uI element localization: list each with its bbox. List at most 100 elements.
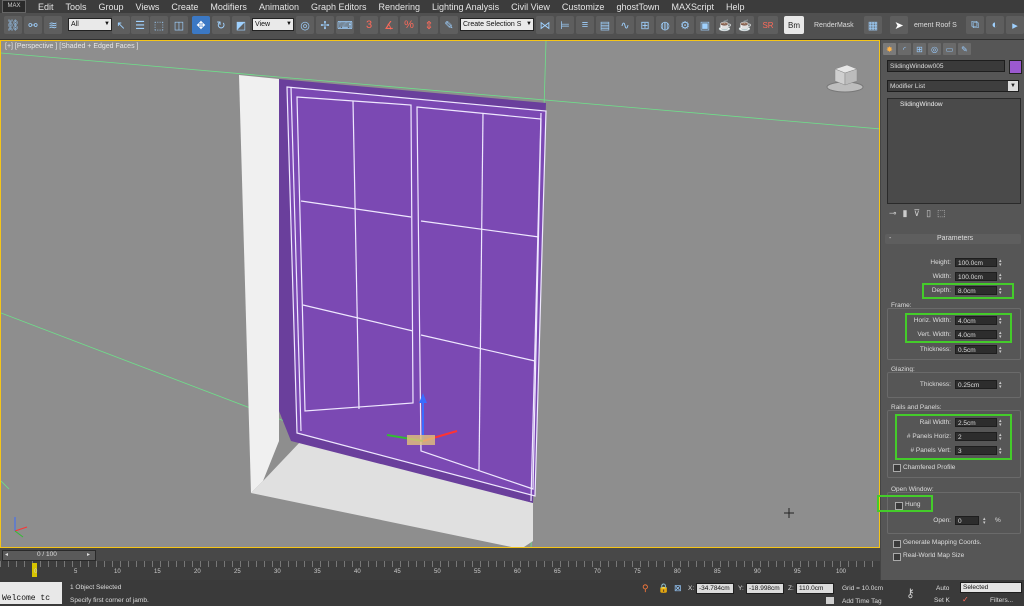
stack-item[interactable]: SlidingWindow bbox=[900, 101, 943, 108]
height-field[interactable]: 100.0cm bbox=[955, 258, 997, 267]
select-scale-icon[interactable]: ◩ bbox=[232, 16, 250, 34]
menu-lighting-analysis[interactable]: Lighting Analysis bbox=[426, 2, 505, 12]
pivot-center-icon[interactable]: ◎ bbox=[296, 16, 314, 34]
select-by-name-icon[interactable]: ☰ bbox=[131, 16, 149, 34]
menu-customize[interactable]: Customize bbox=[556, 2, 611, 12]
menu-animation[interactable]: Animation bbox=[253, 2, 305, 12]
spinner-snap-icon[interactable]: ⇕ bbox=[420, 16, 438, 34]
prev-frame-icon[interactable]: ◂ bbox=[5, 551, 8, 558]
bm-button[interactable]: Bm bbox=[784, 16, 804, 34]
percent-snap-icon[interactable]: % bbox=[400, 16, 418, 34]
extra-tools-icon[interactable]: ▸ bbox=[1006, 16, 1024, 34]
reference-coord-dropdown[interactable]: View ▼ bbox=[252, 18, 294, 31]
menu-rendering[interactable]: Rendering bbox=[373, 2, 427, 12]
menu-create[interactable]: Create bbox=[165, 2, 204, 12]
motion-tab-icon[interactable]: ◎ bbox=[928, 43, 941, 55]
transform-type-in-icon[interactable]: ⊠ bbox=[674, 583, 682, 594]
menu-graph-editors[interactable]: Graph Editors bbox=[305, 2, 373, 12]
open-spinner[interactable]: ▴ ▾ bbox=[983, 517, 989, 526]
select-manipulate-icon[interactable]: ✢ bbox=[316, 16, 334, 34]
material-editor-icon[interactable]: ◍ bbox=[656, 16, 674, 34]
menu-views[interactable]: Views bbox=[130, 2, 166, 12]
y-coordinate-field[interactable]: -18.998cm bbox=[746, 583, 784, 594]
layer-manager-icon[interactable]: ≡ bbox=[576, 16, 594, 34]
gen-mapping-checkbox[interactable] bbox=[893, 540, 901, 548]
modifier-list-dropdown[interactable]: Modifier List ▼ bbox=[887, 80, 1019, 92]
select-rotate-icon[interactable]: ↻ bbox=[212, 16, 230, 34]
chamfered-profile-checkbox[interactable] bbox=[893, 464, 901, 472]
menu-group[interactable]: Group bbox=[93, 2, 130, 12]
menu-maxscript[interactable]: MAXScript bbox=[665, 2, 720, 12]
object-color-swatch[interactable] bbox=[1009, 60, 1022, 74]
object-name-field[interactable]: SlidingWindow005 bbox=[887, 60, 1005, 72]
named-selection-dropdown[interactable]: Create Selection S ▼ bbox=[460, 18, 534, 31]
angle-snap-icon[interactable]: ∡ bbox=[380, 16, 398, 34]
select-move-icon[interactable]: ✥ bbox=[192, 16, 210, 34]
height-spinner[interactable]: ▴ ▾ bbox=[999, 259, 1005, 268]
scene-canvas[interactable] bbox=[1, 41, 880, 548]
checker-icon[interactable]: ▦ bbox=[864, 16, 882, 34]
next-frame-icon[interactable]: ▸ bbox=[87, 551, 90, 558]
add-time-tag[interactable]: Add Time Tag bbox=[842, 598, 882, 605]
cursor-icon[interactable]: ➤ bbox=[890, 16, 908, 34]
modifier-stack[interactable]: SlidingWindow bbox=[887, 98, 1021, 204]
menu-modifiers[interactable]: Modifiers bbox=[204, 2, 253, 12]
create-tab-icon[interactable]: ✸ bbox=[883, 43, 896, 55]
align-icon[interactable]: ⊨ bbox=[556, 16, 574, 34]
maxscript-listener[interactable]: Welcome tc bbox=[0, 582, 62, 604]
thickness-field[interactable]: 0.5cm bbox=[955, 345, 997, 354]
stack-tools[interactable]: ⊸▮⊽▯⬚ bbox=[889, 208, 952, 219]
lock-icon[interactable]: 🔒 bbox=[658, 583, 669, 594]
time-tag-icon[interactable] bbox=[826, 597, 834, 604]
parameters-rollout-header[interactable]: - Parameters bbox=[885, 234, 1021, 244]
z-coordinate-field[interactable]: 110.0cm bbox=[796, 583, 834, 594]
glazing-thickness-spinner[interactable]: ▴ ▾ bbox=[999, 381, 1005, 390]
key-icon[interactable]: ⚷ bbox=[906, 586, 915, 600]
display-tab-icon[interactable]: ▭ bbox=[943, 43, 956, 55]
element-roof-label[interactable]: ement Roof S bbox=[914, 22, 957, 29]
menu-edit[interactable]: Edit bbox=[32, 2, 60, 12]
curve-editor-icon[interactable]: ∿ bbox=[616, 16, 634, 34]
link-icon[interactable]: ⛓ bbox=[4, 16, 22, 34]
edit-named-selection-icon[interactable]: ✎ bbox=[440, 16, 458, 34]
real-world-checkbox[interactable] bbox=[893, 553, 901, 561]
render-iterative-icon[interactable]: ☕ bbox=[736, 16, 754, 34]
graphite-tools-icon[interactable]: ▤ bbox=[596, 16, 614, 34]
track-bar[interactable]: 0 5 10 15 20 25 30 35 40 45 50 55 60 65 … bbox=[0, 561, 880, 580]
render-setup-icon[interactable]: ⚙ bbox=[676, 16, 694, 34]
menu-tools[interactable]: Tools bbox=[60, 2, 93, 12]
render-mask-label[interactable]: RenderMask bbox=[814, 22, 854, 29]
mirror-icon[interactable]: ⋈ bbox=[536, 16, 554, 34]
width-field[interactable]: 100.0cm bbox=[955, 272, 997, 281]
modify-tab-icon[interactable]: ◜ bbox=[898, 43, 911, 55]
keyboard-shortcut-icon[interactable]: ⌨ bbox=[336, 16, 354, 34]
schematic-view-icon[interactable]: ⊞ bbox=[636, 16, 654, 34]
filters-button[interactable]: Filters... bbox=[990, 597, 1013, 604]
bind-space-warp-icon[interactable]: ≋ bbox=[44, 16, 62, 34]
glazing-thickness-field[interactable]: 0.25cm bbox=[955, 380, 997, 389]
selection-filter-dropdown[interactable]: All ▼ bbox=[68, 18, 112, 31]
auto-key-button[interactable]: Auto bbox=[936, 585, 949, 592]
perspective-viewport[interactable]: [+] [Perspective ] [Shaded + Edged Faces… bbox=[0, 40, 880, 548]
viewport-layout-icon[interactable]: ⧉ bbox=[966, 16, 984, 34]
isolate-icon[interactable]: ⚲ bbox=[642, 583, 649, 594]
open-field[interactable]: 0 bbox=[955, 516, 979, 525]
time-slider[interactable]: ◂ 0 / 100 ▸ bbox=[0, 548, 880, 561]
app-logo-button[interactable]: MAX bbox=[2, 0, 26, 13]
utilities-tab-icon[interactable]: ✎ bbox=[958, 43, 971, 55]
snaps-toggle-icon[interactable]: 3 bbox=[360, 16, 378, 34]
key-mode-icon[interactable]: ✓ bbox=[962, 595, 969, 604]
x-coordinate-field[interactable]: -34.784cm bbox=[696, 583, 734, 594]
unlink-icon[interactable]: ⚯ bbox=[24, 16, 42, 34]
key-filter-dropdown[interactable]: Selected bbox=[960, 582, 1022, 593]
menu-civil-view[interactable]: Civil View bbox=[505, 2, 556, 12]
window-crossing-icon[interactable]: ◫ bbox=[170, 16, 188, 34]
rect-selection-icon[interactable]: ⬚ bbox=[150, 16, 168, 34]
hierarchy-tab-icon[interactable]: ⊞ bbox=[913, 43, 926, 55]
rendered-frame-icon[interactable]: ▣ bbox=[696, 16, 714, 34]
set-key-button[interactable]: Set K bbox=[934, 597, 950, 604]
select-object-icon[interactable]: ↖ bbox=[112, 16, 130, 34]
width-spinner[interactable]: ▴ ▾ bbox=[999, 273, 1005, 282]
render-production-icon[interactable]: ☕ bbox=[716, 16, 734, 34]
shading-icon[interactable]: ◐ bbox=[986, 16, 1004, 34]
